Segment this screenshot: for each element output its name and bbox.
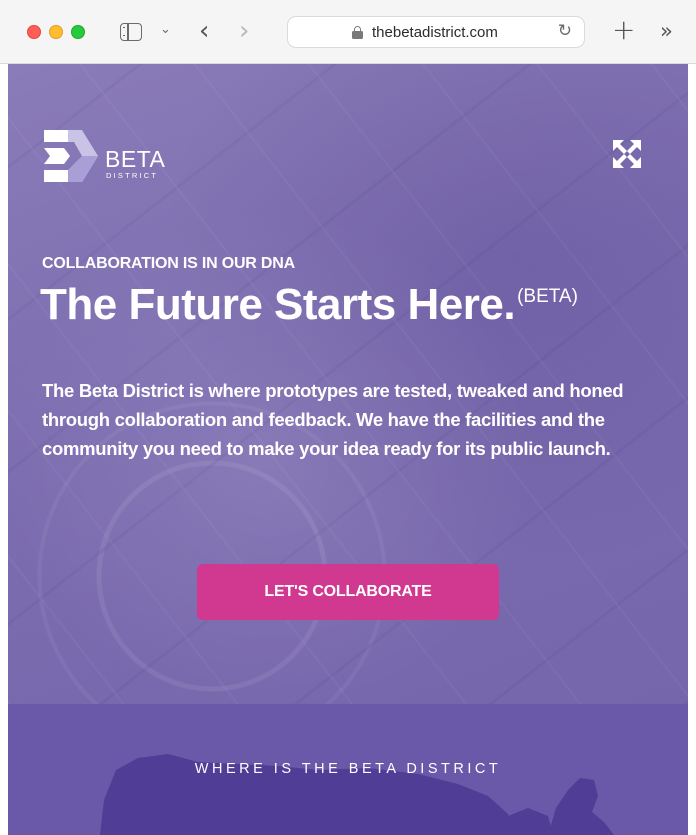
hero-headline: The Future Starts Here. (BETA) bbox=[40, 280, 578, 330]
hero-eyebrow: COLLABORATION IS IN OUR DNA bbox=[42, 255, 295, 272]
hero-headline-superscript: (BETA) bbox=[517, 286, 578, 307]
logo-subtitle: DISTRICT bbox=[106, 171, 159, 180]
lock-icon bbox=[352, 26, 363, 39]
beta-district-logo[interactable]: BETA DISTRICT bbox=[42, 128, 182, 184]
more-tabs-button[interactable]: » bbox=[660, 18, 673, 44]
hero-section: BETA DISTRICT COLLABORATION IS IN OUR DN… bbox=[8, 64, 688, 704]
url-text[interactable]: thebetadistrict.com bbox=[372, 24, 498, 41]
zoom-window-button[interactable] bbox=[71, 25, 85, 39]
location-heading: WHERE IS THE BETA DISTRICT bbox=[194, 761, 502, 777]
logo-mark-icon bbox=[44, 130, 98, 182]
page-viewport: BETA DISTRICT COLLABORATION IS IN OUR DN… bbox=[8, 64, 688, 835]
forward-button[interactable]: › bbox=[239, 14, 249, 48]
hero-headline-text: The Future Starts Here. bbox=[40, 280, 516, 329]
lets-collaborate-button[interactable]: LET'S COLLABORATE bbox=[197, 564, 499, 620]
back-button[interactable]: ‹ bbox=[199, 14, 209, 48]
close-window-button[interactable] bbox=[27, 25, 41, 39]
hero-intro-text: The Beta District is where prototypes ar… bbox=[42, 380, 624, 459]
new-tab-button[interactable]: + bbox=[612, 13, 635, 47]
sidebar-toggle-icon[interactable] bbox=[120, 23, 142, 41]
reload-icon[interactable]: ↻ bbox=[558, 21, 572, 41]
address-bar[interactable]: thebetadistrict.com ↻ bbox=[287, 16, 585, 48]
location-section: WHERE IS THE BETA DISTRICT bbox=[8, 704, 688, 835]
expand-menu-icon[interactable] bbox=[611, 138, 643, 170]
browser-toolbar: ⌄ ‹ › thebetadistrict.com ↻ + » bbox=[0, 0, 696, 64]
minimize-window-button[interactable] bbox=[49, 25, 63, 39]
logo-wordmark: BETA bbox=[105, 146, 166, 172]
chevron-down-icon[interactable]: ⌄ bbox=[160, 22, 171, 37]
